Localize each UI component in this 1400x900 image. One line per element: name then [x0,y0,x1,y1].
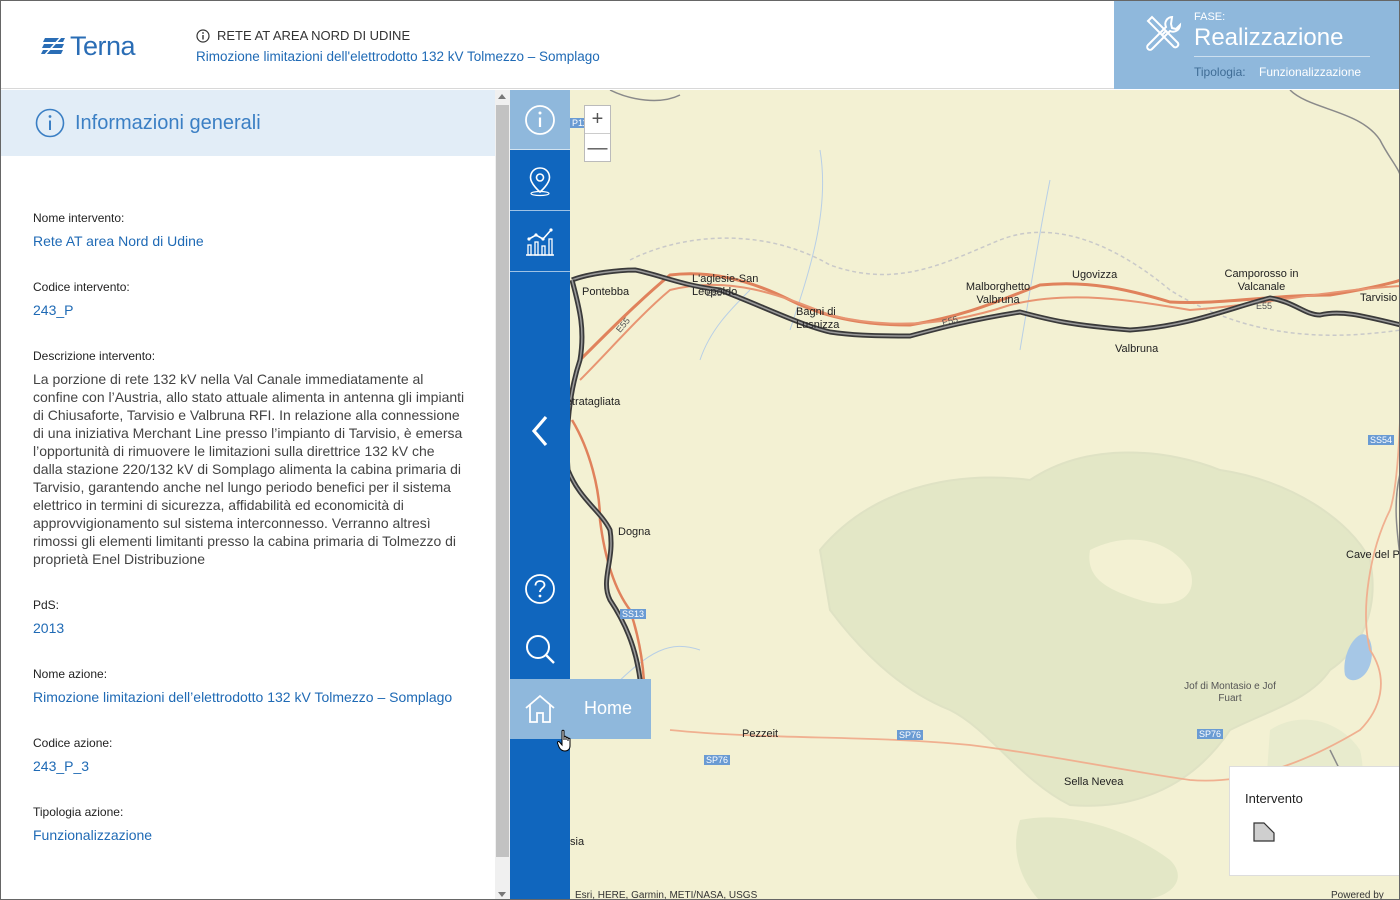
phase-label: FASE: [1194,11,1226,23]
road-shield: SS13 [620,609,647,619]
field-descrizione: Descrizione intervento: La porzione di r… [33,348,465,568]
field-label: Nome intervento: [33,211,125,225]
zoom-control: + — [584,105,611,162]
field-value: 243_P [33,302,74,318]
project-title: RETE AT AREA NORD DI UDINE [196,28,410,43]
road-shield: SP76 [704,755,731,765]
map-legend: Intervento [1229,766,1399,876]
road-shield: SP76 [1197,729,1224,739]
field-label: Nome azione: [33,667,108,681]
field-label: PdS: [33,598,60,612]
app-window: Terna RETE AT AREA NORD DI UDINE Rimozio… [0,0,1400,900]
chart-icon [526,227,554,256]
map-pin-icon [529,166,551,196]
field-value: Funzionalizzazione [33,827,153,843]
place-label: L'aglesie-San Leopoldo [692,273,759,298]
legend-title: Intervento [1245,791,1303,806]
info-fields: Nome intervento: Rete AT area Nord di Ud… [33,210,465,873]
terna-logo-mark-icon [41,35,65,57]
field-codice-azione: Codice azione: 243_P_3 [33,735,465,775]
statistics-button[interactable] [510,212,570,272]
road-label: E55 [1256,301,1273,311]
info-panel: Informazioni generali Nome intervento: R… [1,90,495,899]
typology-value: Funzionalizzazione [1259,65,1362,79]
road-label: E55 [706,288,723,298]
collapse-panel-button[interactable] [510,401,570,461]
place-label: Ugovizza [1072,269,1118,281]
place-label: Valbruna [1115,343,1159,355]
terna-logo[interactable]: Terna [41,31,136,62]
home-label: Home [584,698,633,718]
location-button[interactable] [510,151,570,211]
logo-text: Terna [70,31,136,61]
legend-polygon-icon [1253,822,1275,842]
field-codice-intervento: Codice intervento: 243_P [33,279,465,319]
scroll-up-arrow-icon[interactable] [498,94,506,99]
place-label: Pontebba [582,286,630,298]
field-pds: PdS: 2013 [33,597,465,637]
scroll-down-arrow-icon[interactable] [498,892,506,897]
field-nome-intervento: Nome intervento: Rete AT area Nord di Ud… [33,210,465,250]
panel-scrollbar[interactable] [495,90,510,899]
info-panel-header: Informazioni generali [1,90,495,156]
field-label: Codice azione: [33,736,113,750]
road-shield: SP76 [897,730,924,740]
scrollbar-thumb[interactable] [496,105,509,857]
field-label: Codice intervento: [33,280,130,294]
zoom-out-button[interactable]: — [585,134,610,162]
field-value: Rete AT area Nord di Udine [33,233,204,249]
typology-label: Tipologia: [1194,65,1246,79]
place-label: Bagni di Lusnizza [796,306,840,331]
phase-value: Realizzazione [1194,24,1344,51]
power-line-south-outline[interactable] [570,279,645,702]
project-subtitle[interactable]: Rimozione limitazioni dell'elettrodotto … [196,49,600,64]
field-value: 243_P_3 [33,758,90,774]
field-nome-azione: Nome azione: Rimozione limitazioni dell’… [33,666,465,706]
place-label: Jof di Montasio e Jof Fuart [1184,681,1276,704]
info-icon [196,28,210,43]
hand-cursor-icon [557,729,571,752]
info-circle-icon [35,108,65,138]
zoom-in-button[interactable]: + [585,106,610,134]
place-label: Pezzeit [742,728,779,740]
field-description-text: La porzione di rete 132 kV nella Val Can… [33,371,465,567]
place-label: Camporosso in Valcanale [1224,268,1299,293]
tools-icon [1146,15,1182,51]
place-label: Tarvisio [1360,292,1398,304]
side-toolbar [510,90,570,899]
powered-by: Powered by [1331,890,1384,900]
place-label: sia [570,836,585,848]
field-label: Descrizione intervento: [33,349,156,363]
place-label: Pietratagliata [570,396,621,408]
search-button[interactable] [510,619,570,679]
info-panel-title: Informazioni generali [75,111,261,134]
field-value: Rimozione limitazioni dell’elettrodotto … [33,689,453,705]
field-tipologia-azione: Tipologia azione: Funzionalizzazione [33,804,465,844]
search-icon [526,635,555,664]
map-attribution: Esri, HERE, Garmin, METI/NASA, USGS [575,890,758,900]
field-label: Tipologia azione: [33,805,124,819]
mountain-area-south [1016,817,1178,899]
home-icon [525,694,555,723]
project-title-text: RETE AT AREA NORD DI UDINE [217,28,411,43]
header: Terna RETE AT AREA NORD DI UDINE Rimozio… [1,1,1399,89]
info-button[interactable] [510,90,570,150]
help-icon [525,574,555,604]
place-label: Sella Nevea [1064,776,1124,788]
home-button[interactable]: Home [510,679,651,739]
field-value: 2013 [33,620,65,636]
info-icon [525,104,555,135]
help-button[interactable] [510,559,570,619]
chevron-left-icon [531,415,548,447]
place-label: Dogna [618,526,651,538]
phase-divider [1194,56,1370,57]
place-label: Malborghetto Valbruna [965,281,1031,306]
phase-panel: FASE: Realizzazione Tipologia: Funzional… [1114,1,1399,89]
place-label: Cave del Predil [1346,549,1400,561]
road-shield: SS54 [1368,435,1395,445]
